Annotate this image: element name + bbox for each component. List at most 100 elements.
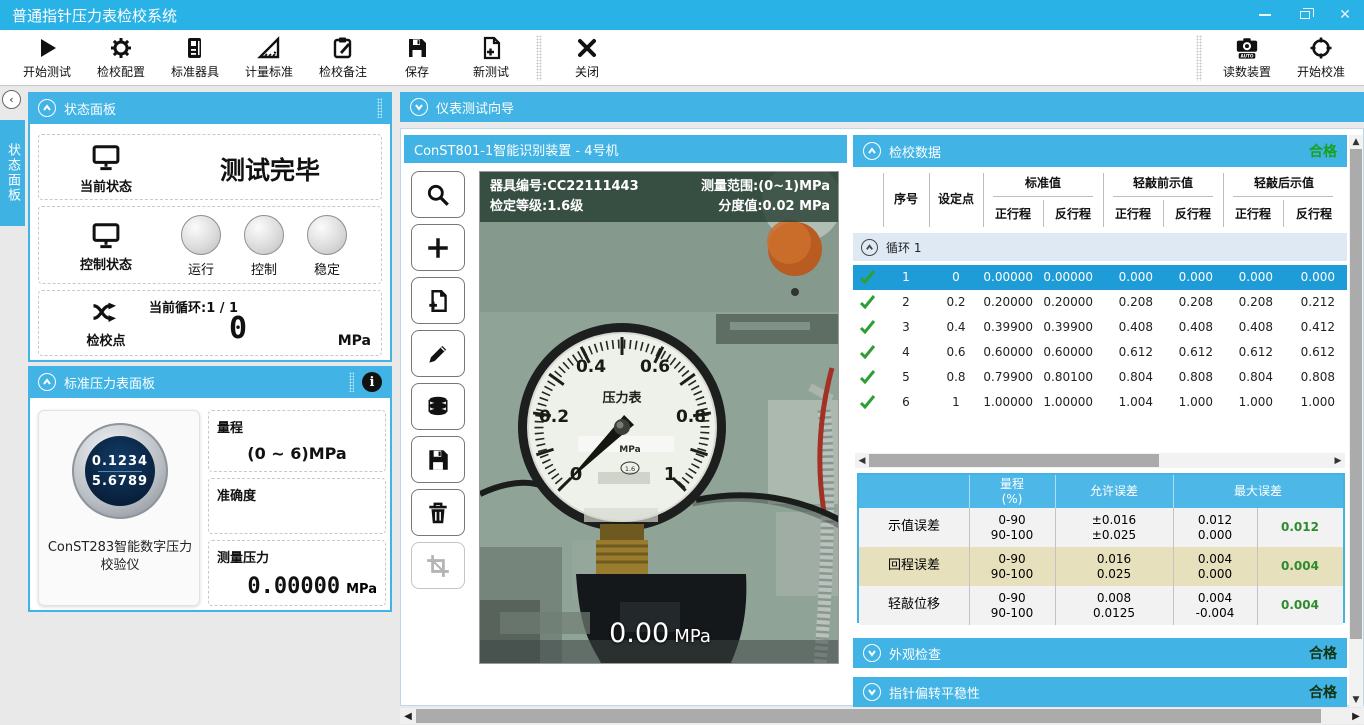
scroll-down-arrow[interactable]: ▼ <box>1353 693 1360 707</box>
camera-scene: 0.4 0.6 0.2 0.8 0 1 压力表 MPa <box>480 172 839 664</box>
right-vertical-scrollbar[interactable]: ▲ ▼ <box>1349 135 1363 707</box>
svg-text:0.4: 0.4 <box>576 357 606 377</box>
zoom-tool-button[interactable] <box>411 171 465 218</box>
device-number: 器具编号:CC22111443 <box>490 177 677 197</box>
title-bar: 普通指针压力表检校系统 ✕ <box>0 0 1364 30</box>
led-indicator <box>181 215 221 255</box>
standard-instrument-button[interactable]: 标准器具 <box>158 33 232 83</box>
play-icon <box>35 36 59 60</box>
scrollbar-thumb[interactable] <box>869 454 1159 467</box>
overall-result-badge: 合格 <box>1309 141 1337 161</box>
standard-panel-header[interactable]: 标准压力表面板 i <box>28 366 392 398</box>
table-row[interactable]: 1 0 0.00000 0.00000 0.000 0.000 0.000 0.… <box>853 265 1347 290</box>
shuffle-icon <box>89 297 123 327</box>
gauge-accuracy-class: 1.6 <box>625 465 635 473</box>
status-panel: 状态面板 当前状态 测试完毕 控制状态 运行 控制 稳定 <box>28 92 392 362</box>
wizard-header[interactable]: 仪表测试向导 <box>400 92 1364 122</box>
current-state-value: 测试完毕 <box>169 151 371 187</box>
new-test-button[interactable]: 新测试 <box>454 33 528 83</box>
camera-info-overlay: 器具编号:CC22111443 检定等级:1.6级 测量范围:(0~1)MPa … <box>480 172 839 222</box>
chevron-down-icon <box>863 683 881 701</box>
table-row[interactable]: 6 1 1.00000 1.00000 1.004 1.000 1.000 1.… <box>853 390 1347 415</box>
sidebar-tab-status-panel[interactable]: 状态面板 <box>0 120 25 226</box>
camera-view[interactable]: 0.4 0.6 0.2 0.8 0 1 压力表 MPa <box>479 171 839 664</box>
summary-header: 量程 (%) 允许误差 最大误差 <box>859 475 1343 508</box>
scroll-up-arrow[interactable]: ▲ <box>1353 135 1360 149</box>
appearance-check-section[interactable]: 外观检查 合格 <box>853 638 1347 668</box>
start-calibrate-button[interactable]: 开始校准 <box>1284 33 1358 83</box>
document-plus-icon <box>425 288 451 314</box>
status-panel-header[interactable]: 状态面板 <box>28 92 392 124</box>
scroll-left-arrow[interactable]: ◀ <box>855 456 869 466</box>
table-row[interactable]: 5 0.8 0.79900 0.80100 0.804 0.808 0.804 … <box>853 365 1347 390</box>
checkpoint-unit: MPa <box>338 333 371 349</box>
minimize-button[interactable] <box>1254 6 1276 24</box>
collapse-sidebar-button[interactable]: ‹ <box>2 90 21 109</box>
verification-grade: 检定等级:1.6级 <box>490 197 677 217</box>
bottom-horizontal-scrollbar[interactable]: ◀ ▶ <box>400 708 1364 724</box>
delete-tool-button[interactable] <box>411 489 465 536</box>
new-record-button[interactable] <box>411 277 465 324</box>
calibration-notes-button[interactable]: 检校备注 <box>306 33 380 83</box>
plus-icon <box>425 235 451 261</box>
table-horizontal-scrollbar[interactable]: ◀ ▶ <box>855 453 1345 468</box>
camera-auto-icon: AUTO <box>1235 36 1259 60</box>
division-value: 分度值:0.02 MPa <box>677 197 830 217</box>
edit-tool-button[interactable] <box>411 330 465 377</box>
led-indicator <box>244 215 284 255</box>
reading-device-button[interactable]: AUTO 读数装置 <box>1210 33 1284 83</box>
calibration-data-header[interactable]: 检校数据 合格 <box>853 135 1347 167</box>
trash-icon <box>425 500 451 526</box>
monitor-icon <box>89 143 123 173</box>
pointer-stability-section[interactable]: 指针偏转平稳性 合格 <box>853 677 1347 707</box>
digital-gauge-image: 0.1234 5.6789 <box>72 423 168 519</box>
maximize-button[interactable] <box>1294 6 1316 24</box>
save-button[interactable]: 保存 <box>380 33 454 83</box>
summary-row-hysteresis-error: 回程误差 0-9090-100 0.0160.025 0.0040.000 0.… <box>859 547 1343 586</box>
check-icon <box>859 344 876 360</box>
scroll-left-arrow[interactable]: ◀ <box>400 711 416 722</box>
current-state-row: 当前状态 测试完毕 <box>38 134 382 200</box>
svg-text:0.6: 0.6 <box>640 357 670 377</box>
drag-handle[interactable] <box>377 98 382 118</box>
calibration-config-button[interactable]: 检校配置 <box>84 33 158 83</box>
close-x-icon <box>575 36 599 60</box>
calibration-data-panel: 检校数据 合格 序号 设定点 <box>853 135 1349 707</box>
table-row[interactable]: 3 0.4 0.39900 0.39900 0.408 0.408 0.408 … <box>853 315 1347 340</box>
table-row[interactable]: 4 0.6 0.60000 0.60000 0.612 0.612 0.612 … <box>853 340 1347 365</box>
close-window-button[interactable]: ✕ <box>1334 6 1356 24</box>
pencil-icon <box>425 341 451 367</box>
start-test-button[interactable]: 开始测试 <box>10 33 84 83</box>
toolbar-separator <box>536 35 542 81</box>
save-icon <box>405 36 429 60</box>
svg-text:1: 1 <box>664 464 677 485</box>
close-test-button[interactable]: 关闭 <box>550 33 624 83</box>
chevron-up-icon <box>863 142 881 160</box>
svg-text:0.2: 0.2 <box>539 407 569 427</box>
checkpoint-row: 检校点 当前循环:1 / 1 0 MPa <box>38 290 382 356</box>
info-icon[interactable]: i <box>362 372 382 392</box>
window-title: 普通指针压力表检校系统 <box>12 5 177 26</box>
table-row[interactable]: 2 0.2 0.20000 0.20000 0.208 0.208 0.208 … <box>853 290 1347 315</box>
check-icon <box>859 394 876 410</box>
summary-row-indication-error: 示值误差 0-9090-100 ±0.016±0.025 0.0120.000 … <box>859 508 1343 547</box>
led-stable: 稳定 <box>307 215 347 278</box>
control-state-row: 控制状态 运行 控制 稳定 <box>38 206 382 284</box>
camera-panel-header: ConST801-1智能识别装置 - 4号机 <box>404 135 847 163</box>
crop-tool-button[interactable] <box>411 542 465 589</box>
cycle-group-row[interactable]: 循环 1 <box>853 233 1347 261</box>
section-result-badge: 合格 <box>1309 682 1337 702</box>
led-run: 运行 <box>181 215 221 278</box>
standard-device-card[interactable]: 0.1234 5.6789 ConST283智能数字压力校验仪 <box>38 410 200 606</box>
scroll-right-arrow[interactable]: ▶ <box>1331 456 1345 466</box>
scrollbar-thumb[interactable] <box>416 709 1321 723</box>
svg-text:AUTO: AUTO <box>1240 53 1253 58</box>
drag-handle[interactable] <box>349 372 354 392</box>
scrollbar-thumb[interactable] <box>1350 149 1362 639</box>
metrology-standard-button[interactable]: 计量标准 <box>232 33 306 83</box>
add-tool-button[interactable] <box>411 224 465 271</box>
save-image-button[interactable] <box>411 436 465 483</box>
database-tool-button[interactable] <box>411 383 465 430</box>
scroll-right-arrow[interactable]: ▶ <box>1348 711 1364 722</box>
check-icon <box>859 294 876 310</box>
